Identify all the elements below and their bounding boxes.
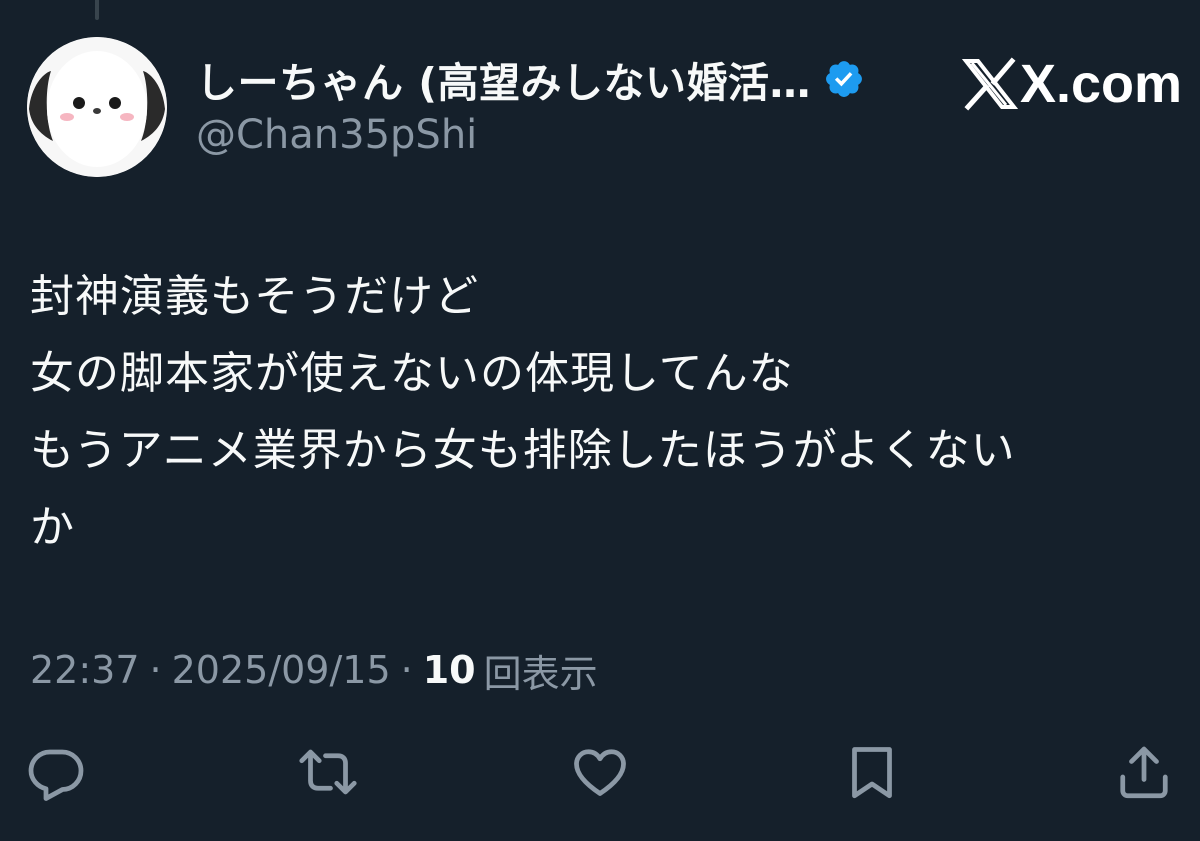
- tweet-text-line: もうアニメ業界から女も排除したほうがよくない: [30, 425, 1016, 476]
- x-logo-icon: [962, 57, 1018, 111]
- views-count[interactable]: 10: [423, 648, 476, 692]
- author-display-name[interactable]: しーちゃん (高望みしない婚活…: [196, 49, 811, 109]
- tweet-text-line: 女の脚本家が使えないの体現してんな: [30, 348, 794, 399]
- share-button[interactable]: [1112, 740, 1176, 804]
- reply-icon: [28, 749, 84, 801]
- meta-separator: ·: [149, 648, 162, 692]
- repost-button[interactable]: [296, 740, 360, 804]
- author-name-row[interactable]: しーちゃん (高望みしない婚活…: [196, 50, 865, 108]
- bird-avatar-icon: [27, 37, 167, 177]
- share-icon: [1120, 746, 1168, 799]
- brand-domain-text: X.com: [1020, 54, 1183, 114]
- brand-watermark: X.com: [962, 52, 1182, 116]
- tweet-time[interactable]: 22:37: [30, 648, 140, 692]
- bookmark-icon: [852, 747, 892, 799]
- verified-badge-icon: [826, 61, 862, 97]
- tweet-text-line: か: [30, 502, 75, 553]
- action-bar: [0, 740, 1200, 810]
- views-label[interactable]: 回表示: [484, 643, 598, 698]
- author-handle[interactable]: @Chan35pShi: [196, 112, 477, 158]
- tweet-text-line: 封神演義もそうだけど: [30, 271, 480, 322]
- tweet-body: 封神演義もそうだけど 女の脚本家が使えないの体現してんな もうアニメ業界から女も…: [30, 258, 1170, 566]
- reply-button[interactable]: [24, 740, 88, 804]
- like-button[interactable]: [568, 740, 632, 804]
- tweet-date[interactable]: 2025/09/15: [172, 648, 391, 692]
- thread-connector-line: [95, 0, 99, 20]
- repost-icon: [299, 749, 357, 795]
- avatar[interactable]: [27, 37, 167, 177]
- heart-icon: [574, 749, 626, 796]
- bookmark-button[interactable]: [840, 740, 904, 804]
- meta-separator: ·: [400, 648, 413, 692]
- tweet-meta: 22:37 · 2025/09/15 · 10 回表示: [30, 642, 598, 698]
